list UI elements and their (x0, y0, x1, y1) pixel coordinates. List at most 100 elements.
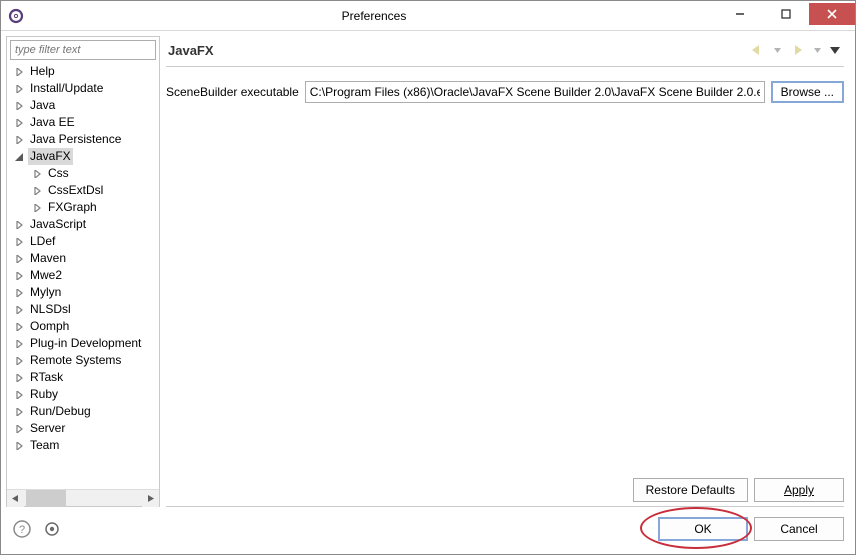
arrow-collapsed-icon[interactable] (13, 287, 25, 299)
scenebuilder-input[interactable] (305, 81, 765, 103)
tree-item[interactable]: Maven (9, 250, 159, 267)
maximize-button[interactable] (763, 3, 809, 25)
scroll-left-button[interactable] (7, 490, 24, 507)
tree-item[interactable]: Java Persistence (9, 131, 159, 148)
forward-button[interactable] (788, 42, 806, 58)
arrow-collapsed-icon[interactable] (13, 321, 25, 333)
tree-item[interactable]: Team (9, 437, 159, 454)
arrow-collapsed-icon[interactable] (13, 270, 25, 282)
tree-item[interactable]: FXGraph (9, 199, 159, 216)
page-menu-button[interactable] (828, 42, 842, 58)
arrow-collapsed-icon[interactable] (13, 66, 25, 78)
tree-item-label: Install/Update (28, 80, 105, 97)
page-header: JavaFX (166, 36, 844, 67)
scroll-thumb[interactable] (26, 490, 66, 507)
page-button-bar: Restore Defaults Apply (166, 474, 844, 507)
tree-item[interactable]: LDef (9, 233, 159, 250)
tree-item-label: JavaScript (28, 216, 88, 233)
tree-item-label: Team (28, 437, 61, 454)
tree-item-label: Help (28, 63, 57, 80)
tree-item[interactable]: Remote Systems (9, 352, 159, 369)
help-icon[interactable]: ? (12, 519, 32, 539)
content-area: HelpInstall/UpdateJavaJava EEJava Persis… (1, 31, 855, 554)
arrow-expanded-icon[interactable] (13, 151, 25, 163)
arrow-collapsed-icon[interactable] (13, 253, 25, 265)
tree-item[interactable]: Mwe2 (9, 267, 159, 284)
tree-item-label: CssExtDsl (46, 182, 105, 199)
tree-item[interactable]: Java EE (9, 114, 159, 131)
tree-item-label: Mwe2 (28, 267, 64, 284)
tree-item-label: FXGraph (46, 199, 99, 216)
apply-button[interactable]: Apply (754, 478, 844, 502)
arrow-collapsed-icon[interactable] (13, 236, 25, 248)
close-button[interactable] (809, 3, 855, 25)
tree-item-label: LDef (28, 233, 57, 250)
arrow-collapsed-icon[interactable] (13, 304, 25, 316)
tree-item[interactable]: JavaFX (9, 148, 159, 165)
arrow-collapsed-icon[interactable] (13, 355, 25, 367)
arrow-collapsed-icon[interactable] (13, 219, 25, 231)
horizontal-scrollbar[interactable] (7, 489, 159, 506)
tree-item-label: RTask (28, 369, 65, 386)
tree-item[interactable]: CssExtDsl (9, 182, 159, 199)
forward-dropdown[interactable] (808, 42, 826, 58)
tree-item[interactable]: RTask (9, 369, 159, 386)
tree-item[interactable]: Run/Debug (9, 403, 159, 420)
arrow-collapsed-icon[interactable] (13, 406, 25, 418)
tree-item-label: Plug-in Development (28, 335, 143, 352)
arrow-collapsed-icon[interactable] (13, 134, 25, 146)
arrow-collapsed-icon[interactable] (13, 440, 25, 452)
tree-item[interactable]: Install/Update (9, 80, 159, 97)
arrow-collapsed-icon[interactable] (13, 372, 25, 384)
oomph-icon[interactable] (42, 519, 62, 539)
tree-item[interactable]: Plug-in Development (9, 335, 159, 352)
sidebar: HelpInstall/UpdateJavaJava EEJava Persis… (6, 36, 160, 507)
tree-item-label: Run/Debug (28, 403, 93, 420)
ok-button[interactable]: OK (658, 517, 748, 541)
tree-item-label: Ruby (28, 386, 60, 403)
preferences-tree[interactable]: HelpInstall/UpdateJavaJava EEJava Persis… (9, 63, 159, 454)
arrow-collapsed-icon[interactable] (13, 338, 25, 350)
tree-item-label: Mylyn (28, 284, 63, 301)
filter-input[interactable] (10, 40, 156, 60)
back-dropdown[interactable] (768, 42, 786, 58)
arrow-collapsed-icon[interactable] (31, 202, 43, 214)
browse-button[interactable]: Browse ... (771, 81, 844, 103)
scenebuilder-field-row: SceneBuilder executable Browse ... (166, 81, 844, 103)
tree-item-label: Css (46, 165, 71, 182)
tree-item[interactable]: NLSDsl (9, 301, 159, 318)
minimize-button[interactable] (717, 3, 763, 25)
back-button[interactable] (748, 42, 766, 58)
scroll-right-button[interactable] (142, 490, 159, 507)
tree-item[interactable]: Css (9, 165, 159, 182)
tree-item-label: Maven (28, 250, 68, 267)
app-icon (1, 1, 31, 31)
tree-item[interactable]: Help (9, 63, 159, 80)
bottom-bar: ? OK Cancel (6, 507, 850, 549)
arrow-collapsed-icon[interactable] (13, 423, 25, 435)
svg-text:?: ? (19, 524, 25, 536)
tree-item-label: Java EE (28, 114, 77, 131)
tree-item-label: Remote Systems (28, 352, 123, 369)
tree-item[interactable]: Ruby (9, 386, 159, 403)
arrow-collapsed-icon[interactable] (13, 83, 25, 95)
arrow-collapsed-icon[interactable] (13, 117, 25, 129)
tree-item[interactable]: Server (9, 420, 159, 437)
tree-item[interactable]: Java (9, 97, 159, 114)
tree-item-label: Java Persistence (28, 131, 123, 148)
tree-item-label: NLSDsl (28, 301, 73, 318)
arrow-collapsed-icon[interactable] (13, 100, 25, 112)
tree-item-label: Server (28, 420, 67, 437)
arrow-collapsed-icon[interactable] (31, 168, 43, 180)
window-title: Preferences (31, 9, 717, 23)
arrow-collapsed-icon[interactable] (13, 389, 25, 401)
arrow-collapsed-icon[interactable] (31, 185, 43, 197)
restore-defaults-button[interactable]: Restore Defaults (633, 478, 748, 502)
tree-item[interactable]: JavaScript (9, 216, 159, 233)
tree-item[interactable]: Mylyn (9, 284, 159, 301)
tree-item-label: JavaFX (28, 148, 73, 165)
title-bar: Preferences (1, 1, 855, 31)
cancel-button[interactable]: Cancel (754, 517, 844, 541)
tree-item[interactable]: Oomph (9, 318, 159, 335)
tree-item-label: Java (28, 97, 57, 114)
